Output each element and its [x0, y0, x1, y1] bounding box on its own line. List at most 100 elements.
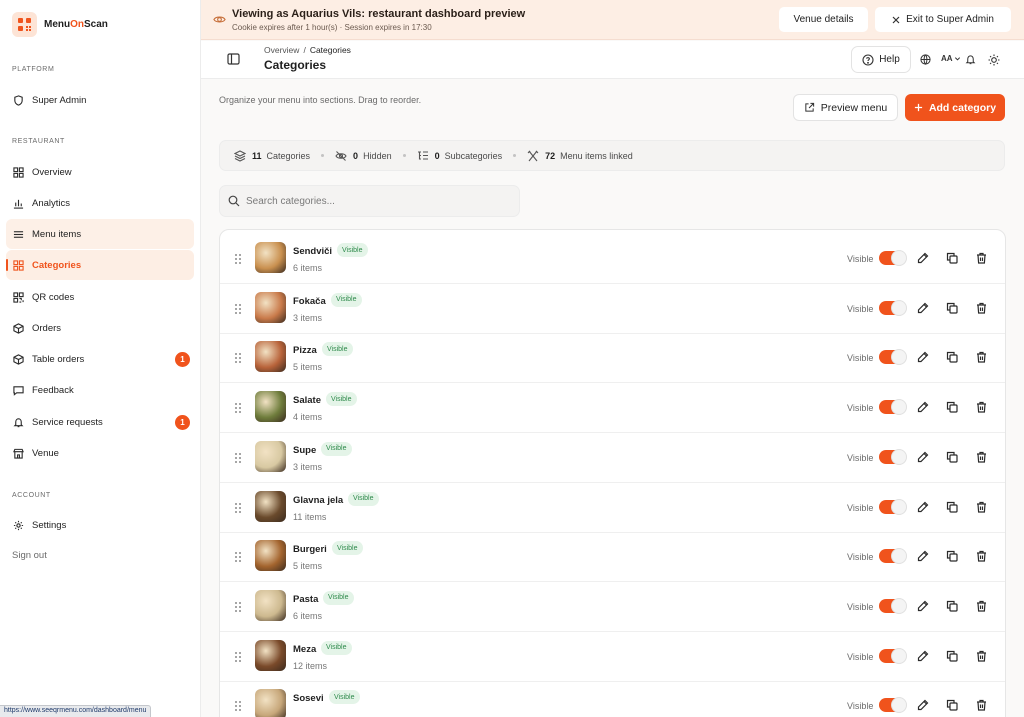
- duplicate-icon[interactable]: [946, 451, 958, 463]
- drag-handle-icon[interactable]: [234, 502, 242, 514]
- delete-icon[interactable]: [976, 401, 987, 413]
- duplicate-icon[interactable]: [946, 550, 958, 562]
- page-title: Categories: [264, 58, 327, 72]
- edit-icon[interactable]: [917, 302, 929, 314]
- sidebar-item-settings[interactable]: Settings: [6, 510, 194, 540]
- visibility-toggle[interactable]: [879, 698, 906, 713]
- delete-icon[interactable]: [976, 550, 987, 562]
- edit-icon[interactable]: [917, 650, 929, 662]
- stat-separator: [321, 154, 325, 157]
- category-thumbnail: [255, 540, 286, 572]
- duplicate-icon[interactable]: [946, 600, 958, 612]
- edit-icon[interactable]: [917, 501, 929, 513]
- help-button[interactable]: Help: [851, 46, 911, 73]
- venue-details-button[interactable]: Venue details: [779, 7, 868, 32]
- drag-handle-icon[interactable]: [234, 700, 242, 712]
- edit-icon[interactable]: [917, 699, 929, 711]
- venue-details-label: Venue details: [793, 14, 854, 25]
- sun-icon[interactable]: [988, 54, 1000, 66]
- sidebar-item-overview[interactable]: Overview: [6, 157, 194, 187]
- sidebar-item-feedback[interactable]: Feedback: [6, 375, 194, 405]
- top-header: Overview / Categories Categories Help AA: [201, 41, 1024, 79]
- drag-handle-icon[interactable]: [234, 551, 242, 563]
- delete-icon[interactable]: [976, 302, 987, 314]
- add-category-button[interactable]: Add category: [905, 94, 1005, 121]
- duplicate-icon[interactable]: [946, 401, 958, 413]
- edit-icon[interactable]: [917, 600, 929, 612]
- edit-icon[interactable]: [917, 451, 929, 463]
- sidebar-item-label: Orders: [32, 322, 62, 334]
- duplicate-icon[interactable]: [946, 351, 958, 363]
- sidebar-item-service-requests[interactable]: Service requests 1: [6, 407, 194, 437]
- delete-icon[interactable]: [976, 501, 987, 513]
- sidebar-item-label: QR codes: [32, 291, 75, 303]
- duplicate-icon[interactable]: [946, 252, 958, 264]
- category-name[interactable]: Pasta: [293, 594, 318, 605]
- brand[interactable]: MenuOnScan: [12, 12, 108, 37]
- edit-icon[interactable]: [917, 351, 929, 363]
- font-size-toggle[interactable]: AA: [941, 54, 961, 63]
- visibility-toggle[interactable]: [879, 598, 906, 613]
- edit-icon[interactable]: [917, 550, 929, 562]
- visibility-toggle[interactable]: [879, 549, 906, 564]
- drag-handle-icon[interactable]: [234, 352, 242, 364]
- drag-handle-icon[interactable]: [234, 253, 242, 265]
- edit-icon[interactable]: [917, 252, 929, 264]
- visibility-label: Visible: [847, 701, 874, 712]
- sidebar-item-analytics[interactable]: Analytics: [6, 188, 194, 218]
- preview-menu-button[interactable]: Preview menu: [793, 94, 898, 121]
- visibility-toggle[interactable]: [879, 400, 906, 415]
- visibility-toggle[interactable]: [879, 648, 906, 663]
- duplicate-icon[interactable]: [946, 302, 958, 314]
- page-description: Organize your menu into sections. Drag t…: [219, 95, 422, 105]
- delete-icon[interactable]: [976, 252, 987, 264]
- category-name[interactable]: Salate: [293, 395, 321, 406]
- sidebar-item-categories[interactable]: Categories: [6, 250, 194, 280]
- breadcrumb-overview[interactable]: Overview: [264, 45, 299, 55]
- visibility-toggle[interactable]: [879, 350, 906, 365]
- sidebar-item-qr-codes[interactable]: QR codes: [6, 282, 194, 312]
- category-name[interactable]: Meza: [293, 644, 316, 655]
- sidebar-item-menu-items[interactable]: Menu items: [6, 219, 194, 249]
- delete-icon[interactable]: [976, 650, 987, 662]
- category-name[interactable]: Sosevi: [293, 693, 324, 704]
- duplicate-icon[interactable]: [946, 501, 958, 513]
- eye-icon: [213, 16, 226, 23]
- exit-super-admin-button[interactable]: Exit to Super Admin: [875, 7, 1011, 32]
- plus-icon: [914, 103, 923, 112]
- edit-icon[interactable]: [917, 401, 929, 413]
- drag-handle-icon[interactable]: [234, 402, 242, 414]
- bell-icon[interactable]: [965, 54, 976, 65]
- visibility-toggle[interactable]: [879, 449, 906, 464]
- sidebar-item-venue[interactable]: Venue: [6, 438, 194, 468]
- category-name[interactable]: Burgeri: [293, 544, 327, 555]
- stat-separator: [513, 154, 517, 157]
- delete-icon[interactable]: [976, 451, 987, 463]
- sign-out-link[interactable]: Sign out: [12, 550, 47, 561]
- sidebar-item-table-orders[interactable]: Table orders 1: [6, 344, 194, 374]
- drag-handle-icon[interactable]: [234, 303, 242, 315]
- search-input[interactable]: [246, 195, 506, 207]
- sidebar-item-super-admin[interactable]: Super Admin: [6, 85, 194, 115]
- category-name[interactable]: Glavna jela: [293, 495, 343, 506]
- drag-handle-icon[interactable]: [234, 452, 242, 464]
- drag-handle-icon[interactable]: [234, 651, 242, 663]
- sidebar-item-orders[interactable]: Orders: [6, 313, 194, 343]
- globe-icon[interactable]: [920, 54, 931, 65]
- stat-label: Subcategories: [444, 150, 503, 161]
- drag-handle-icon[interactable]: [234, 601, 242, 613]
- visibility-toggle[interactable]: [879, 251, 906, 265]
- category-name[interactable]: Sendviči: [293, 246, 332, 257]
- visibility-toggle[interactable]: [879, 300, 906, 315]
- sidebar-toggle-icon[interactable]: [227, 53, 240, 65]
- duplicate-icon[interactable]: [946, 699, 958, 711]
- duplicate-icon[interactable]: [946, 650, 958, 662]
- category-name[interactable]: Fokača: [293, 296, 326, 307]
- delete-icon[interactable]: [976, 351, 987, 363]
- visibility-toggle[interactable]: [879, 499, 906, 514]
- category-row: Meza Visible 12 items Visible: [220, 632, 1005, 682]
- category-name[interactable]: Pizza: [293, 345, 317, 356]
- delete-icon[interactable]: [976, 600, 987, 612]
- category-name[interactable]: Supe: [293, 445, 316, 456]
- delete-icon[interactable]: [976, 699, 987, 711]
